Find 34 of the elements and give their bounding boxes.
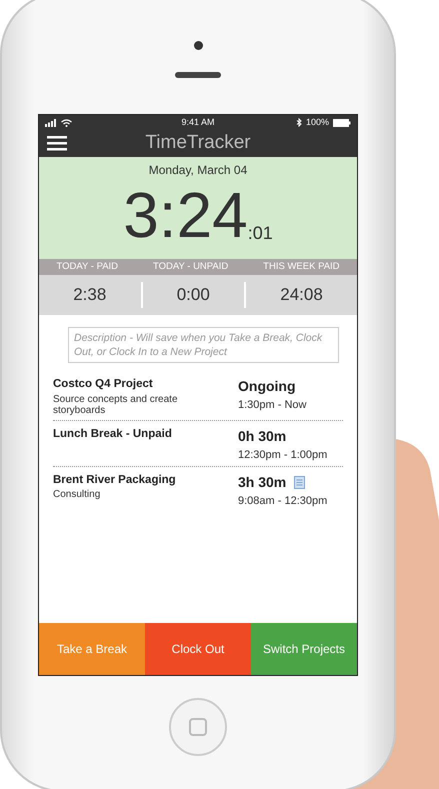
elapsed-timer: 3:24:01 bbox=[123, 183, 273, 247]
battery-icon bbox=[333, 118, 351, 126]
entry-detail: Source concepts and create storyboards bbox=[53, 394, 179, 417]
description-field[interactable]: Description - Will save when you Take a Break, Clock Out, or Clock In to a New Project bbox=[68, 327, 339, 364]
entry-name: Lunch Break - Unpaid bbox=[53, 426, 173, 442]
total-label: THIS WEEK PAID bbox=[263, 260, 340, 272]
entry-detail: Consulting bbox=[53, 489, 102, 501]
status-time: 9:41 AM bbox=[181, 116, 215, 129]
bluetooth-icon bbox=[296, 118, 302, 127]
entry-name: Brent River Packaging bbox=[53, 473, 177, 488]
entry-time-range: 9:08am - 12:30pm bbox=[238, 494, 328, 510]
speaker-icon bbox=[175, 72, 221, 78]
signal-icon bbox=[45, 118, 57, 126]
battery-percent: 100% bbox=[306, 116, 329, 129]
entry-time-range: 12:30pm - 1:00pm bbox=[238, 448, 328, 463]
total-value: 2:38 bbox=[73, 285, 106, 304]
camera-icon bbox=[194, 41, 202, 50]
wifi-icon bbox=[61, 118, 72, 126]
entry-name: Costco Q4 Project bbox=[53, 377, 154, 392]
entry-duration: 0h 30m bbox=[238, 426, 286, 446]
total-label: TODAY - PAID bbox=[56, 260, 118, 272]
action-button[interactable]: Clock Out bbox=[145, 623, 251, 675]
total-value: 24:08 bbox=[280, 285, 323, 304]
total-label: TODAY - UNPAID bbox=[152, 260, 228, 272]
total-value: 0:00 bbox=[176, 285, 210, 304]
action-button[interactable]: Switch Projects bbox=[251, 623, 357, 675]
entry-duration: Ongoing bbox=[238, 377, 296, 396]
current-date: Monday, March 04 bbox=[148, 162, 248, 179]
menu-icon[interactable] bbox=[47, 136, 67, 151]
action-button[interactable]: Take a Break bbox=[39, 623, 145, 675]
note-icon[interactable] bbox=[294, 476, 306, 490]
entry-duration: 3h 30m bbox=[238, 473, 286, 492]
app-title: TimeTracker bbox=[145, 132, 251, 154]
entry-time-range: 1:30pm - Now bbox=[238, 398, 308, 414]
